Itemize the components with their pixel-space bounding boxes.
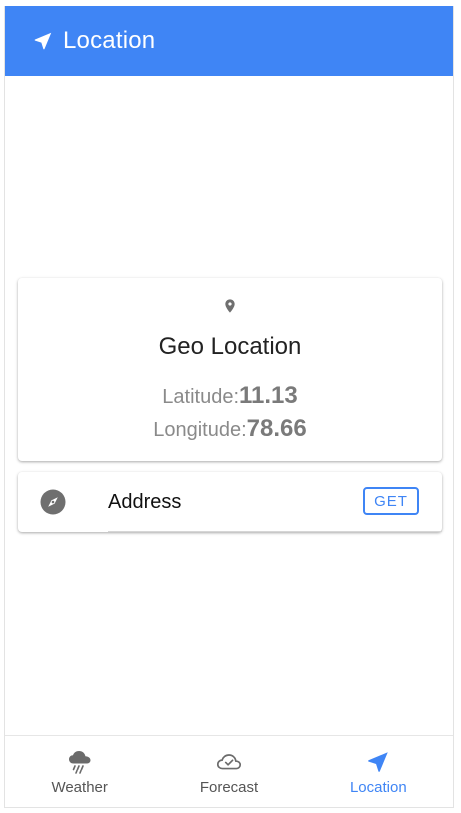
nav-item-location[interactable]: Location xyxy=(304,736,453,807)
app-bar: Location xyxy=(5,6,453,76)
address-label: Address xyxy=(108,491,182,513)
nav-label-forecast: Forecast xyxy=(199,779,259,796)
compass-icon xyxy=(40,489,66,515)
nav-item-forecast[interactable]: Forecast xyxy=(154,736,303,807)
geo-location-card: Geo Location Latitude:11.13 Longitude:78… xyxy=(18,278,442,461)
address-card: Address GET xyxy=(18,472,442,532)
nav-label-weather: Weather xyxy=(51,779,108,796)
longitude-label: Longitude: xyxy=(153,419,247,441)
longitude-row: Longitude:78.66 xyxy=(18,415,442,443)
navigation-arrow-icon xyxy=(31,29,55,53)
longitude-value: 78.66 xyxy=(246,415,307,442)
latitude-label: Latitude: xyxy=(162,386,239,408)
latitude-row: Latitude:11.13 xyxy=(18,382,442,410)
address-divider xyxy=(108,531,442,532)
app-frame: Location Geo Location Latitude:11.13 Lon… xyxy=(4,6,454,808)
nav-label-location: Location xyxy=(349,779,407,796)
rain-cloud-icon xyxy=(66,748,94,776)
bottom-navigation: Weather Forecast Location xyxy=(5,735,453,807)
nav-item-weather[interactable]: Weather xyxy=(5,736,154,807)
page-title: Location xyxy=(63,27,156,54)
latitude-value: 11.13 xyxy=(239,382,298,409)
navigation-arrow-icon xyxy=(364,748,392,776)
geo-location-heading: Geo Location xyxy=(158,333,302,360)
map-pin-icon xyxy=(222,297,238,315)
cloud-check-icon xyxy=(215,748,243,776)
get-address-button[interactable]: GET xyxy=(363,487,419,515)
